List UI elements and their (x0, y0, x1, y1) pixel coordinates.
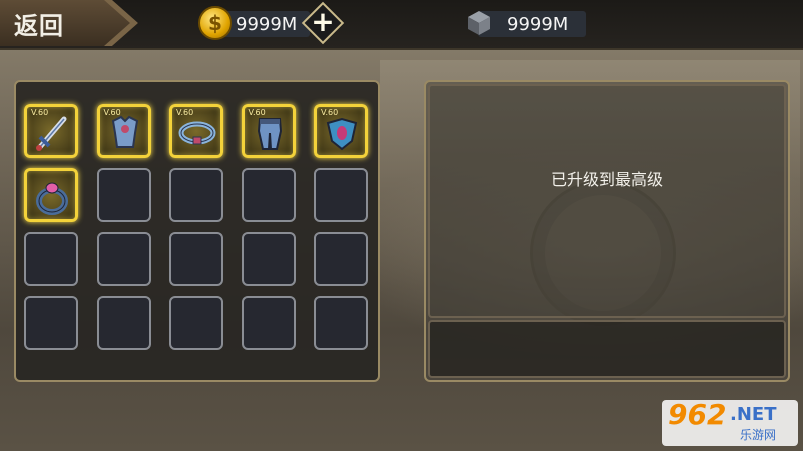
inventory-slot-empty[interactable] (24, 296, 78, 350)
inventory-slot-ring[interactable] (24, 168, 78, 222)
inventory-slot-empty[interactable] (241, 232, 296, 286)
item-level-label: V.60 (176, 108, 194, 117)
inventory-slot-sword[interactable]: V.60 (24, 104, 78, 158)
inventory-slot-belt[interactable]: V.60 (169, 104, 223, 158)
inventory-slot-empty[interactable] (314, 168, 368, 222)
inventory-slot-empty[interactable] (96, 296, 151, 350)
inventory-slot-empty[interactable] (96, 232, 151, 286)
inventory-slot-empty[interactable] (241, 168, 296, 222)
inventory-slot-empty[interactable] (169, 296, 223, 350)
armor-icon (111, 115, 138, 148)
inventory-slot-empty[interactable] (241, 296, 296, 350)
watermark-net: .NET (730, 404, 777, 425)
ore-cube-icon (468, 11, 490, 35)
inventory-slot-empty[interactable] (96, 168, 151, 222)
ore-value: 9999M (507, 14, 569, 35)
gold-coin-icon: $ (198, 6, 232, 40)
watermark-site-name: 乐游网 (740, 428, 777, 442)
watermark-number: 962 (668, 398, 727, 431)
plus-icon[interactable]: + (310, 5, 336, 39)
detail-info-area (428, 84, 786, 318)
inventory-slot-amulet[interactable]: V.60 (314, 104, 368, 158)
inventory-slot-empty[interactable] (169, 232, 223, 286)
item-level-label: V.60 (31, 108, 49, 117)
inventory-slot-leg-armor[interactable]: V.60 (241, 104, 296, 158)
amulet-icon (326, 117, 358, 151)
max-level-status: 已升级到最高级 (550, 170, 663, 189)
item-level-label: V.60 (321, 108, 339, 117)
inventory-slot-chest-armor[interactable]: V.60 (96, 104, 151, 158)
inventory-slot-empty[interactable] (314, 296, 368, 350)
belt-icon (178, 121, 216, 145)
coin-value: 9999M (236, 14, 298, 35)
back-button-label[interactable]: 返回 (14, 6, 64, 41)
inventory-slot-empty[interactable] (314, 232, 368, 286)
inventory-slot-empty[interactable] (169, 168, 223, 222)
sword-icon (36, 116, 67, 151)
inventory-slot-empty[interactable] (24, 232, 78, 286)
item-level-label: V.60 (248, 108, 266, 117)
detail-action-area (428, 320, 786, 378)
ring-icon (36, 182, 68, 215)
item-level-label: V.60 (103, 108, 121, 117)
leggings-icon (257, 118, 282, 150)
